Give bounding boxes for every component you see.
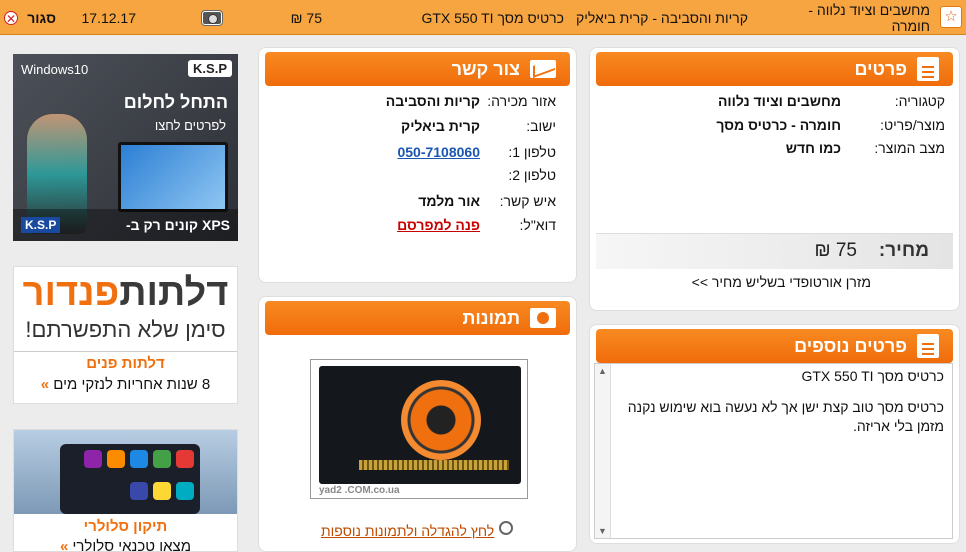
- images-header: תמונות: [265, 301, 570, 335]
- phone-link[interactable]: 050-7108060: [397, 144, 480, 160]
- more-details-panel: פרטים נוספים ▲ ▼ כרטיס מסך GTX 550 TI כר…: [589, 324, 960, 544]
- ad-footer: XPS קונים רק ב- K.S.P: [13, 209, 238, 241]
- more-details-header-label: פרטים נוספים: [794, 335, 907, 356]
- windows-logo: Windows10: [21, 62, 89, 77]
- ad-title: תיקון סלולרי: [83, 518, 168, 535]
- topbar-location: קריות והסביבה - קרית ביאליק: [575, 9, 748, 26]
- details-panel: פרטים קטגוריה: מחשבים וציוד נלווה מוצר/פ…: [589, 47, 960, 311]
- ad-ksp-dell[interactable]: Windows10 K.S.P התחל לחלום לפרטים לחצו X…: [13, 54, 238, 241]
- topbar-title: כרטיס מסך GTX 550 TI: [421, 9, 564, 26]
- topbar-category: מחשבים וציוד נלווה - חומרה: [808, 1, 930, 34]
- document-icon: [917, 334, 939, 358]
- contact-value: קרית ביאליק: [401, 118, 480, 134]
- close-button[interactable]: סגור: [27, 0, 56, 35]
- contact-header: צור קשר: [265, 52, 570, 86]
- camera-icon: [202, 0, 222, 35]
- chevron-left-icon: »: [60, 538, 69, 552]
- zoom-icon[interactable]: [499, 521, 513, 535]
- contact-label: אזור מכירה:: [487, 93, 556, 109]
- images-header-label: תמונות: [462, 307, 520, 328]
- ad-cellular-repair[interactable]: תיקון סלולרי מצאו טכנאי סלולרי »: [13, 429, 238, 552]
- ad-desc: 8 שנות אחריות לנזקי מים »: [40, 376, 211, 393]
- ad-slogan: סימן שלא התפשרתם!: [25, 317, 226, 342]
- chevron-left-icon: »: [40, 376, 50, 393]
- envelope-icon: [530, 60, 556, 78]
- detail-value: מחשבים וציוד נלווה: [717, 93, 841, 109]
- contact-label: טלפון 1:: [508, 144, 556, 160]
- contact-label: דוא"ל:: [519, 217, 556, 233]
- ad-pandor-doors[interactable]: דלתותפנדור סימן שלא התפשרתם! דלתות פנים …: [13, 266, 238, 404]
- description-body: כרטיס מסך טוב קצת ישן אך לא נעשה בוא שימ…: [627, 399, 944, 434]
- detail-label: קטגוריה:: [894, 93, 945, 109]
- contact-label: טלפון 2:: [508, 167, 556, 183]
- price-value: 75 ₪: [814, 240, 857, 261]
- detail-value: חומרה - כרטיס מסך: [716, 117, 841, 133]
- contact-panel: צור קשר אזור מכירה: קריות והסביבה ישוב: …: [258, 47, 577, 283]
- document-icon: [917, 57, 939, 81]
- graphics-card-image: [319, 366, 521, 484]
- detail-label: מצב המוצר:: [874, 140, 945, 156]
- ksp-logo: K.S.P: [188, 60, 232, 77]
- ksp-logo: K.S.P: [21, 217, 61, 233]
- ad-headline: התחל לחלום: [123, 92, 228, 112]
- details-header: פרטים: [596, 52, 953, 86]
- contact-label: איש קשר:: [499, 193, 556, 209]
- contact-value: אור מלמד: [418, 193, 480, 209]
- ad-subtext: לפרטים לחצו: [154, 118, 226, 133]
- promo-link[interactable]: מזרן אורטופדי בשליש מחיר >>: [692, 274, 871, 290]
- phone-image: [14, 430, 237, 514]
- pandor-logo: דלתותפנדור: [22, 272, 229, 314]
- favorite-star-icon[interactable]: ☆: [940, 6, 962, 28]
- close-icon[interactable]: ✕: [4, 0, 18, 35]
- price-label: מחיר:: [878, 240, 929, 261]
- topbar-price: 75 ₪: [290, 9, 322, 26]
- description-scrollbar[interactable]: ▲ ▼: [595, 364, 611, 538]
- price-strip: מחיר: 75 ₪: [596, 233, 953, 269]
- description-box[interactable]: ▲ ▼ כרטיס מסך GTX 550 TI כרטיס מסך טוב ק…: [594, 363, 953, 539]
- photo-watermark: yad2 .COM.co.ua: [319, 485, 400, 496]
- top-bar: ☆ מחשבים וציוד נלווה - חומרה קריות והסבי…: [0, 0, 966, 35]
- contact-header-label: צור קשר: [451, 58, 520, 79]
- topbar-date: 17.12.17: [81, 9, 137, 26]
- detail-value: כמו חדש: [785, 140, 841, 156]
- laptop-image: [118, 142, 228, 212]
- ad-title: דלתות פנים: [86, 355, 165, 372]
- contact-label: ישוב:: [526, 118, 556, 134]
- scroll-up-icon[interactable]: ▲: [598, 366, 607, 376]
- detail-label: מוצר/פריט:: [880, 117, 945, 133]
- ad-footer-text: XPS קונים רק ב-: [126, 217, 230, 233]
- enlarge-photos-link[interactable]: לחץ להגדלה ולתמונות נוספות: [321, 523, 494, 539]
- details-header-label: פרטים: [854, 58, 907, 79]
- scroll-down-icon[interactable]: ▼: [598, 526, 607, 536]
- product-photo[interactable]: yad2 .COM.co.ua: [310, 359, 528, 499]
- more-details-header: פרטים נוספים: [596, 329, 953, 363]
- images-panel: תמונות yad2 .COM.co.ua לחץ להגדלה ולתמונ…: [258, 296, 577, 552]
- email-advertiser-link[interactable]: פנה למפרסם: [397, 217, 480, 233]
- description-title: כרטיס מסך GTX 550 TI: [801, 368, 944, 384]
- ad-desc: מצאו טכנאי סלולרי »: [14, 538, 237, 552]
- contact-value: קריות והסביבה: [385, 93, 480, 109]
- camera-icon: [530, 308, 556, 328]
